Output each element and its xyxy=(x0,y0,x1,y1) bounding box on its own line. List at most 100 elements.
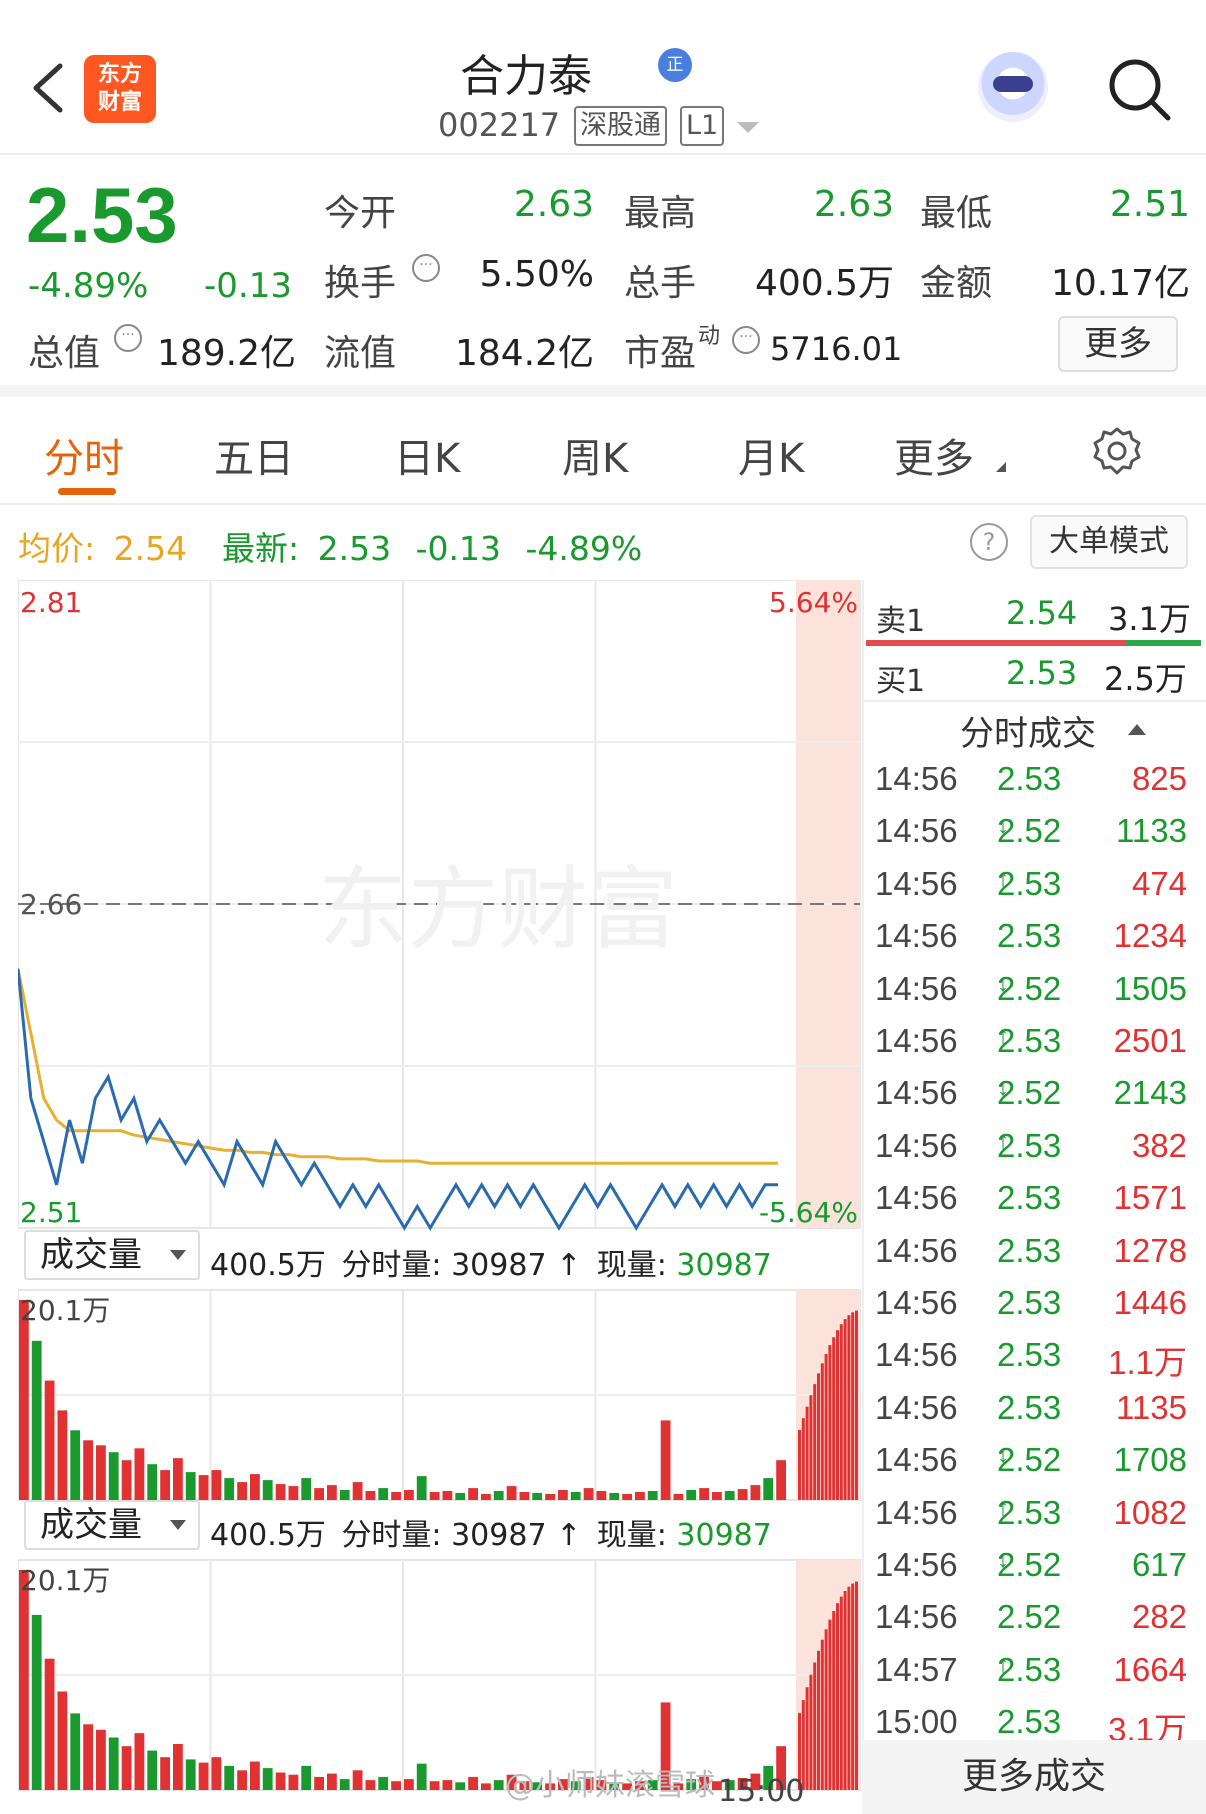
volume-bar xyxy=(275,1484,286,1500)
back-arrow-icon[interactable] xyxy=(28,58,68,118)
quote-more-button[interactable]: 更多 xyxy=(1058,316,1178,372)
chart-watermark: 东方财富 xyxy=(318,857,678,962)
ticks-sort-icon[interactable] xyxy=(1128,724,1146,735)
volume-bar xyxy=(455,1782,466,1790)
volume-bar xyxy=(352,1770,363,1790)
open-value: 2.63 xyxy=(513,184,594,225)
volume-bar xyxy=(70,1713,81,1790)
after-hours-volume-bar xyxy=(820,1363,824,1500)
tab-monthly-k[interactable]: 月K xyxy=(738,426,804,484)
intraday-charts[interactable]: 东方财富 2.81 2.66 2.51 5.64% -5.64% 20.1万 2… xyxy=(18,580,862,1814)
low-label: 最低 xyxy=(920,193,993,234)
volume-bar xyxy=(160,1470,170,1500)
volume-bar xyxy=(185,1472,196,1500)
volume-bar xyxy=(121,1746,132,1790)
stock-switch-dropdown-icon[interactable] xyxy=(737,122,759,133)
volume-bar xyxy=(583,1488,594,1500)
average-price-value: 2.54 xyxy=(113,529,188,568)
tab-weekly-k[interactable]: 周K xyxy=(562,426,628,484)
tab-daily-k[interactable]: 日K xyxy=(394,426,460,484)
volume-bar xyxy=(147,1750,158,1790)
volume-bar xyxy=(301,1765,312,1790)
tick-price-value: 2.53 xyxy=(997,917,1062,955)
volume-bar xyxy=(19,1300,29,1500)
after-hours-volume-bar xyxy=(843,1319,847,1500)
volume-bar xyxy=(776,1460,786,1500)
tick-direction-icon: ↑ xyxy=(997,1022,1009,1049)
tick-direction-icon: ↑ xyxy=(997,1650,1009,1678)
stock-name: 合力泰 xyxy=(460,51,592,102)
minute-volume-label-2: 分时量: xyxy=(341,1518,442,1553)
volume-bar xyxy=(31,1614,42,1790)
pe-dynamic-sup: 动 xyxy=(698,324,721,349)
after-hours-volume-bar xyxy=(817,1650,820,1790)
volume-bar xyxy=(288,1486,299,1500)
help-icon[interactable]: ? xyxy=(970,523,1008,561)
tick-row: 14:56 2.52 ↓ 1708 xyxy=(875,1441,1187,1493)
tick-time: 14:56 xyxy=(875,1074,958,1112)
tick-time: 14:56 xyxy=(875,760,958,797)
volume-bar xyxy=(416,1476,427,1500)
after-hours-volume-bar xyxy=(851,1312,855,1500)
current-volume-value-2: 30987 xyxy=(676,1518,772,1553)
settings-gear-icon[interactable] xyxy=(1092,426,1142,476)
tick-direction-icon: ↓ xyxy=(997,1441,1009,1469)
tab-more[interactable]: 更多 xyxy=(894,426,974,484)
volume-bar xyxy=(737,1489,748,1500)
volume-bar xyxy=(378,1776,389,1790)
volume-bar xyxy=(558,1490,568,1500)
current-volume-label-2: 现量: xyxy=(596,1518,667,1553)
volume-bar xyxy=(83,1724,93,1790)
volume-bar xyxy=(365,1780,376,1790)
high-label: 最高 xyxy=(624,193,697,234)
tick-time: 14:56 xyxy=(875,1022,958,1059)
after-hours-volume-bar xyxy=(801,1418,805,1500)
tick-row: 14:56 2.53 1135 xyxy=(875,1389,1187,1441)
more-trades-button[interactable]: 更多成交 xyxy=(862,1740,1206,1814)
volume-bar xyxy=(352,1482,363,1500)
tab-intraday[interactable]: 分时 xyxy=(44,426,124,484)
volume-bar xyxy=(134,1448,145,1500)
search-icon[interactable] xyxy=(1106,56,1172,122)
tick-time: 14:56 xyxy=(875,1598,958,1636)
turnover-info-icon[interactable]: ··· xyxy=(412,254,440,282)
volume-selector-1-label: 成交量 xyxy=(40,1235,142,1275)
current-volume-value-1: 30987 xyxy=(676,1248,772,1283)
ticks-header[interactable]: 分时成交 xyxy=(960,706,1096,755)
volume-bar xyxy=(673,1494,684,1500)
volume-selector-1-dropdown-icon[interactable] xyxy=(170,1250,186,1260)
pct-min-label: -5.64% xyxy=(759,1196,858,1229)
volume-2-max-label: 20.1万 xyxy=(20,1564,110,1597)
turnover-value: 5.50% xyxy=(479,254,594,295)
volume-bar xyxy=(545,1494,555,1500)
volume-bar xyxy=(378,1488,389,1500)
volume-selector-2-dropdown-icon[interactable] xyxy=(170,1520,186,1530)
tick-volume: 1505 xyxy=(1113,969,1187,1007)
volume-bar xyxy=(327,1485,337,1500)
volume-bar xyxy=(532,1493,543,1500)
app-logo[interactable]: 东方财富 xyxy=(84,55,156,123)
volume-total-2: 400.5万 xyxy=(210,1518,326,1553)
volume-bar xyxy=(314,1776,324,1790)
tick-row: 14:56 2.53 ↑ 2501 xyxy=(875,1022,1187,1074)
tick-row: 14:56 2.52 282 xyxy=(875,1598,1187,1650)
app-logo-text: 东方财富 xyxy=(97,62,142,115)
volume-bar xyxy=(699,1488,709,1500)
y-max-label: 2.81 xyxy=(20,586,82,619)
tick-price-value: 2.53 xyxy=(997,1703,1062,1741)
tick-time: 14:56 xyxy=(875,1441,958,1479)
pe-info-icon[interactable]: ··· xyxy=(732,326,760,354)
tick-row: 14:56 2.52 ↓ 1133 xyxy=(875,812,1187,864)
up-arrow-icon: ↑ xyxy=(556,1248,582,1283)
tick-row: 14:56 2.53 1446 xyxy=(875,1284,1187,1336)
x-end-label: 15:00 xyxy=(718,1774,805,1809)
tick-direction-icon: ↓ xyxy=(997,812,1009,840)
pct-max-label: 5.64% xyxy=(769,586,858,619)
tab-five-day[interactable]: 五日 xyxy=(214,426,294,484)
mktcap-info-icon[interactable]: ··· xyxy=(114,324,142,352)
high-value: 2.63 xyxy=(813,184,894,225)
big-order-mode-button[interactable]: 大单模式 xyxy=(1030,515,1188,569)
volume-bar xyxy=(429,1781,440,1790)
tick-row: 14:56 2.53 1.1万 xyxy=(875,1336,1187,1388)
tick-time: 14:56 xyxy=(875,1388,958,1426)
